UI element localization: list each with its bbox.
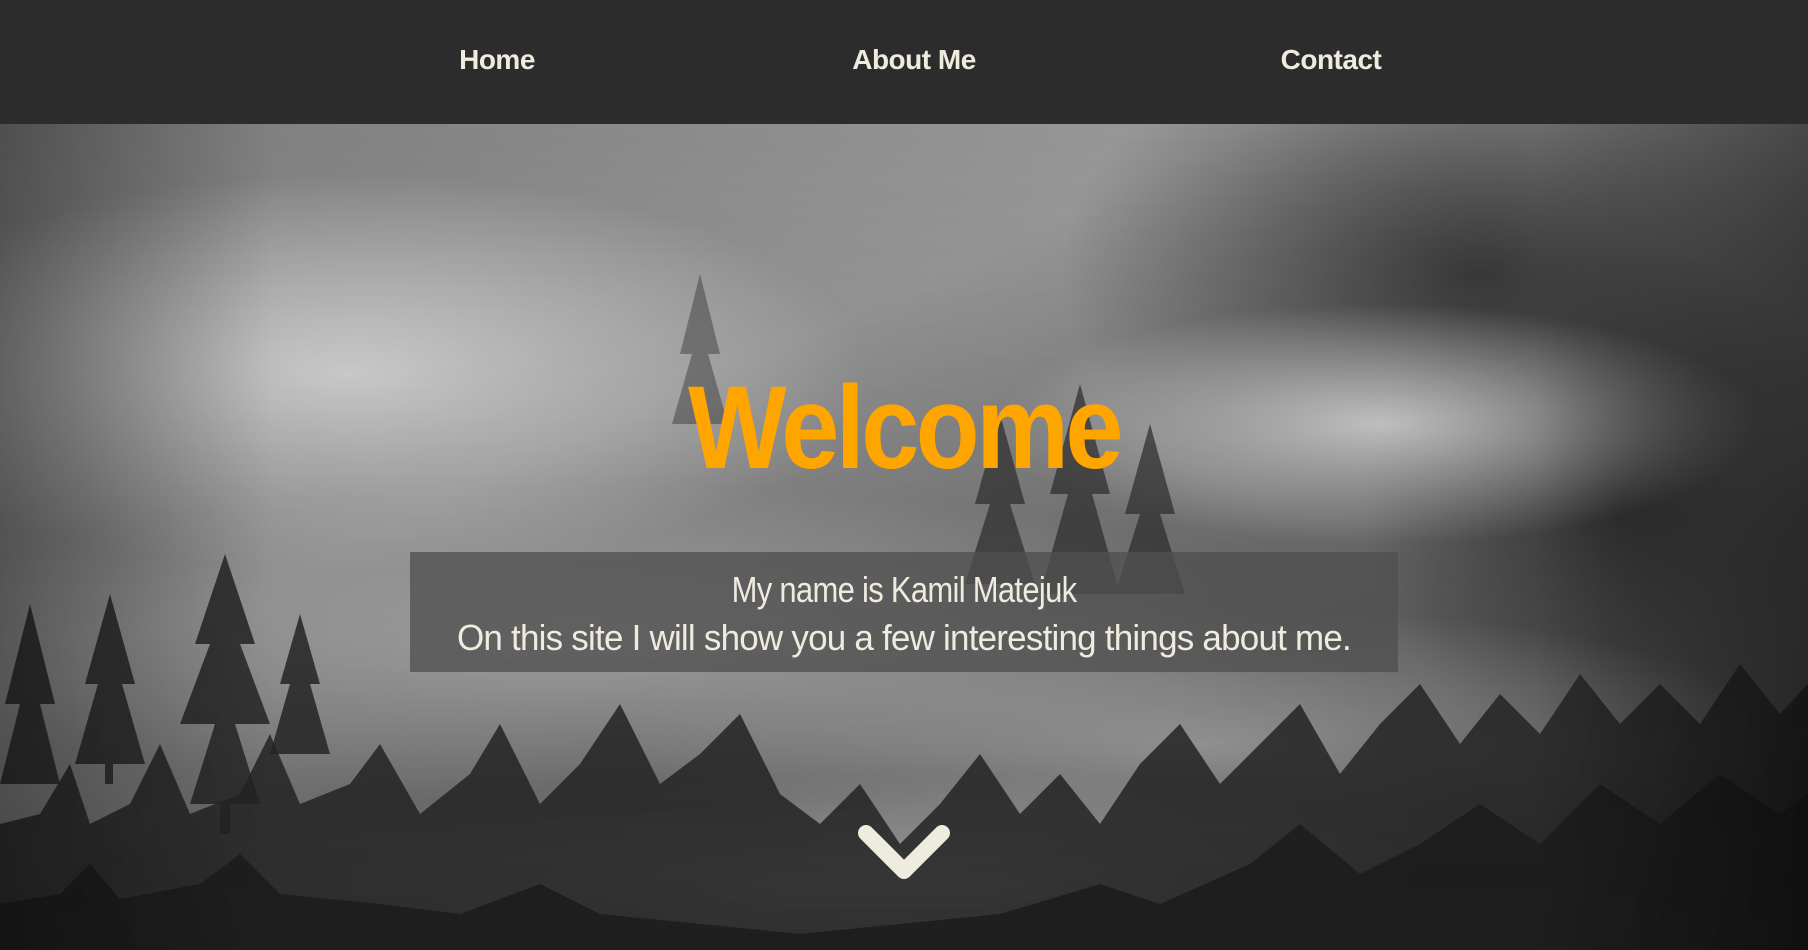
- nav-link-contact[interactable]: Contact: [1281, 44, 1382, 76]
- intro-line-name: My name is Kamil Matejuk: [731, 569, 1077, 610]
- nav-link-about-me[interactable]: About Me: [852, 44, 976, 76]
- nav-link-home[interactable]: Home: [459, 44, 535, 76]
- chevron-down-icon[interactable]: [858, 825, 950, 887]
- welcome-heading: Welcome: [688, 362, 1123, 494]
- intro-text-box: My name is Kamil Matejuk On this site I …: [410, 552, 1398, 672]
- hero-section: Welcome My name is Kamil Matejuk On this…: [0, 124, 1808, 950]
- top-navbar: Home About Me Contact: [0, 0, 1808, 124]
- intro-line-description: On this site I will show you a few inter…: [456, 617, 1352, 658]
